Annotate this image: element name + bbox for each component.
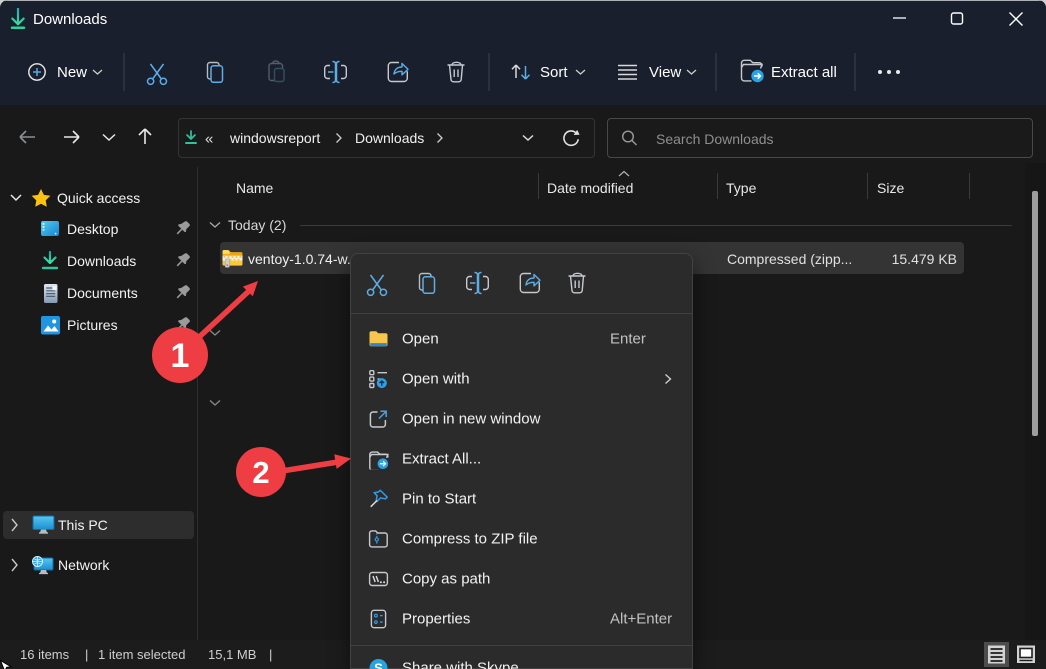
svg-text:2: 2 [252, 455, 269, 490]
svg-text:1: 1 [171, 337, 190, 375]
